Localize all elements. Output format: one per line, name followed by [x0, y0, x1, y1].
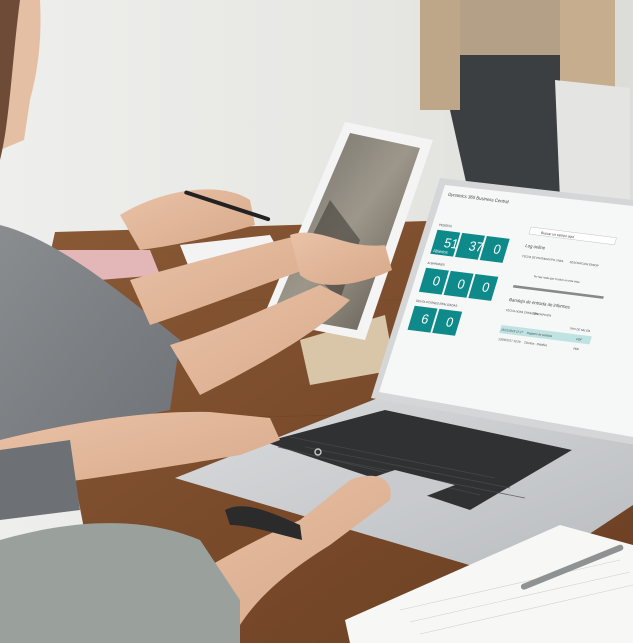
left-sleeve: [0, 440, 80, 520]
photo-scene: Dynamics 365 Business Central Buscar un …: [0, 0, 633, 643]
scene-svg: Dynamics 365 Business Central Buscar un …: [0, 0, 633, 643]
chair: [555, 80, 630, 205]
